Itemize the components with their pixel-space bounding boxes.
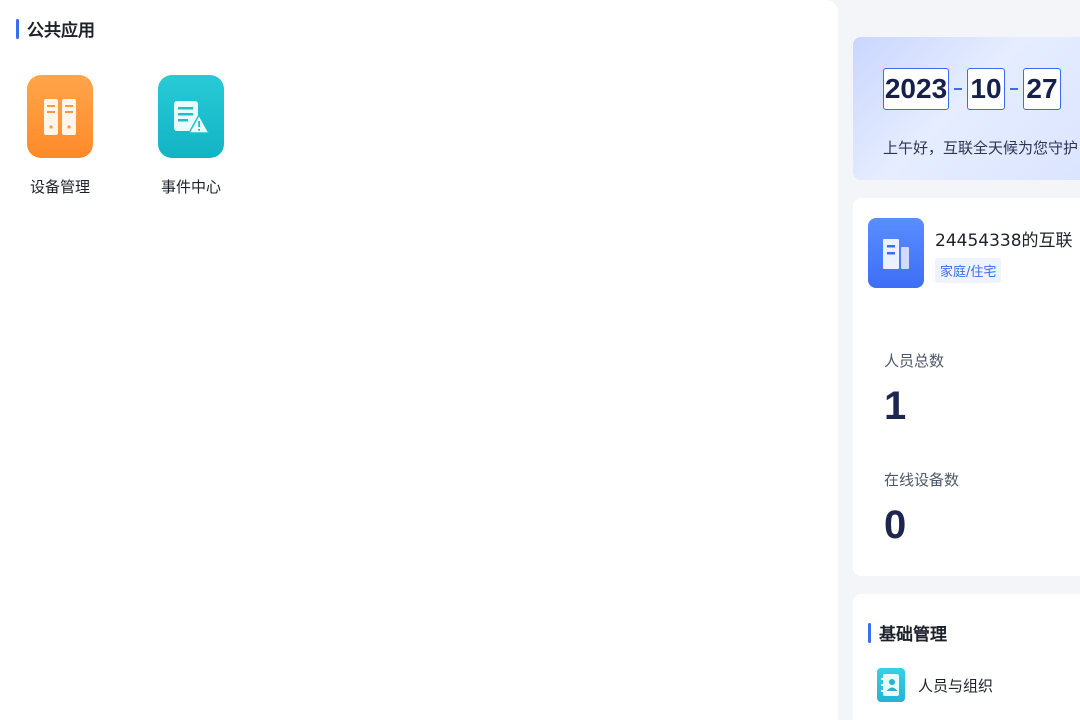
basic-management-title: 基础管理: [879, 625, 947, 645]
online-devices-value: 0: [884, 503, 907, 547]
organization-name: 24454338的互联: [935, 231, 1073, 251]
public-apps-title: 公共应用: [27, 21, 95, 41]
app-label[interactable]: 事件中心: [141, 176, 241, 197]
app-device-management[interactable]: 设备管理: [10, 75, 110, 197]
date-day: 27: [1023, 68, 1061, 110]
contacts-book-icon[interactable]: [877, 668, 905, 702]
greeting-text: 上午好，互联全天候为您守护: [883, 139, 1079, 157]
event-alert-icon[interactable]: [158, 75, 224, 158]
date-display: 2023 10 27: [883, 68, 1061, 110]
total-people-label: 人员总数: [884, 352, 945, 370]
menu-item-people-organization[interactable]: 人员与组织: [877, 668, 993, 702]
device-cabinet-icon[interactable]: [27, 75, 93, 158]
heading-accent-bar: [16, 18, 19, 39]
total-people-value: 1: [884, 384, 907, 428]
app-event-center[interactable]: 事件中心: [141, 75, 241, 197]
date-separator: [954, 88, 962, 90]
building-icon: [868, 218, 924, 288]
date-month: 10: [967, 68, 1005, 110]
basic-management-card: 基础管理 人员与组织: [853, 594, 1080, 720]
date-separator: [1010, 88, 1018, 90]
date-year: 2023: [883, 68, 949, 110]
organization-type-tag: 家庭/住宅: [935, 258, 1002, 283]
menu-item-label[interactable]: 人员与组织: [918, 675, 993, 696]
online-devices-label: 在线设备数: [884, 471, 960, 489]
heading-accent-bar: [868, 622, 871, 643]
public-apps-heading: 公共应用: [16, 16, 95, 41]
basic-management-heading: 基础管理: [868, 620, 947, 645]
organization-card: 24454338的互联 家庭/住宅 人员总数 1 在线设备数 0: [853, 198, 1080, 576]
app-label[interactable]: 设备管理: [10, 176, 110, 197]
public-apps-panel: 公共应用 设备管理 事件中心: [0, 0, 838, 720]
date-greeting-card: 2023 10 27 上午好，互联全天候为您守护: [853, 37, 1080, 180]
page: 公共应用 设备管理 事件中心 2023 10 27 上午好，互联全天候为您守护 …: [0, 0, 1080, 720]
